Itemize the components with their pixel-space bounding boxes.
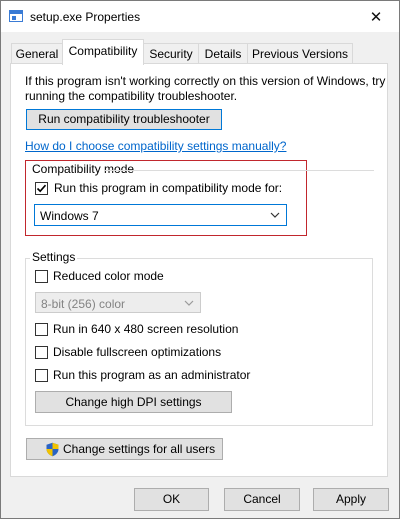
cancel-label: Cancel — [243, 492, 281, 506]
chevron-down-icon — [184, 300, 194, 306]
run-as-admin-checkbox[interactable] — [35, 369, 48, 382]
compatibility-mode-checkbox[interactable] — [35, 182, 48, 195]
compatibility-mode-title: Compatibility mode — [30, 162, 137, 176]
tab-general-label: General — [15, 47, 59, 61]
ok-label: OK — [162, 492, 181, 506]
chevron-down-icon — [270, 212, 280, 218]
os-version-value: Windows 7 — [40, 209, 99, 223]
compatibility-group-line — [104, 170, 374, 171]
run-troubleshooter-button[interactable]: Run compatibility troubleshooter — [26, 109, 222, 130]
color-depth-select: 8-bit (256) color — [35, 292, 201, 313]
change-dpi-button[interactable]: Change high DPI settings — [35, 391, 232, 413]
manual-settings-link[interactable]: How do I choose compatibility settings m… — [25, 139, 286, 153]
intro-text-line1: If this program isn't working correctly … — [25, 74, 386, 88]
os-version-select[interactable]: Windows 7 — [34, 204, 287, 226]
compatibility-mode-label: Run this program in compatibility mode f… — [54, 181, 283, 195]
window-title: setup.exe Properties — [30, 10, 141, 24]
cancel-button[interactable]: Cancel — [224, 488, 300, 511]
run-troubleshooter-label: Run compatibility troubleshooter — [38, 112, 210, 126]
properties-dialog: setup.exe Properties ✕ General Compatibi… — [0, 0, 400, 519]
uac-shield-icon — [46, 442, 59, 457]
intro-text-line2: running the compatibility troubleshooter… — [25, 89, 238, 103]
title-bar: setup.exe Properties ✕ — [1, 1, 399, 32]
tab-previous-versions[interactable]: Previous Versions — [247, 43, 353, 63]
checkmark-icon — [36, 184, 47, 193]
ok-button[interactable]: OK — [134, 488, 209, 511]
settings-title: Settings — [30, 250, 78, 264]
change-dpi-label: Change high DPI settings — [65, 395, 202, 409]
tab-compatibility[interactable]: Compatibility — [62, 39, 144, 65]
change-all-users-label: Change settings for all users — [63, 442, 216, 456]
close-button[interactable]: ✕ — [353, 1, 399, 32]
apply-label: Apply — [335, 492, 367, 506]
tab-general[interactable]: General — [11, 43, 63, 63]
fullscreen-optimizations-label: Disable fullscreen optimizations — [53, 345, 222, 359]
tab-security[interactable]: Security — [143, 43, 199, 63]
fullscreen-optimizations-checkbox[interactable] — [35, 346, 48, 359]
tab-compatibility-label: Compatibility — [68, 44, 138, 58]
tab-security-label: Security — [149, 47, 193, 61]
run-as-admin-label: Run this program as an administrator — [53, 368, 251, 382]
change-all-users-button[interactable]: Change settings for all users — [26, 438, 223, 460]
tab-details[interactable]: Details — [198, 43, 248, 63]
apply-button[interactable]: Apply — [313, 488, 389, 511]
reduced-color-label: Reduced color mode — [53, 269, 164, 283]
tab-details-label: Details — [204, 47, 242, 61]
close-icon: ✕ — [369, 8, 383, 26]
color-depth-value: 8-bit (256) color — [41, 297, 126, 311]
app-icon — [9, 10, 23, 22]
tab-previous-versions-label: Previous Versions — [251, 47, 349, 61]
reduced-color-checkbox[interactable] — [35, 270, 48, 283]
compatibility-panel: If this program isn't working correctly … — [10, 63, 388, 477]
resolution-checkbox[interactable] — [35, 323, 48, 336]
resolution-label: Run in 640 x 480 screen resolution — [53, 322, 239, 336]
